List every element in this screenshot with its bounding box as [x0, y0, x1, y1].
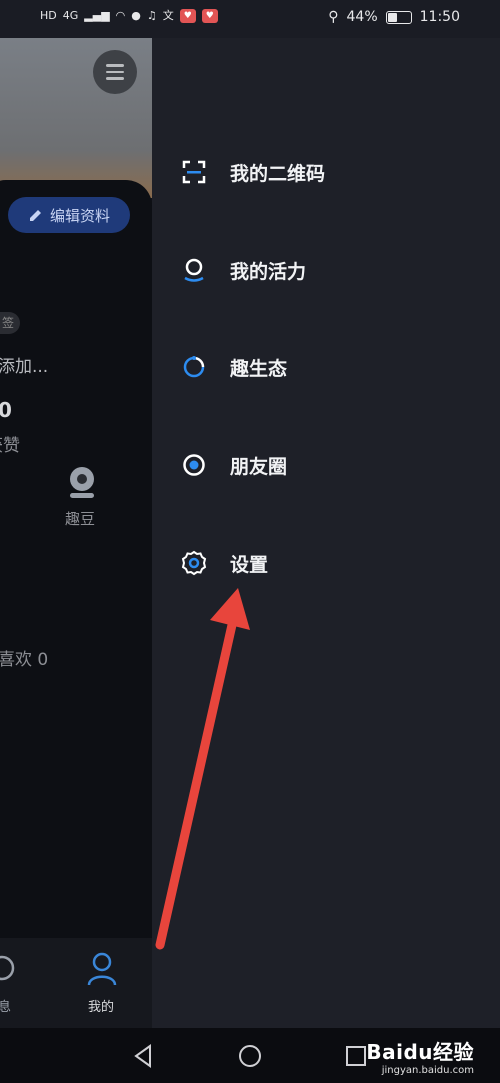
side-drawer: 我的二维码 我的活力 趣生态 朋友圈 设置 [152, 38, 500, 1028]
likes-label: 获赞 [0, 436, 20, 456]
profile-icon[interactable] [86, 952, 118, 986]
drawer-item-ecosystem[interactable]: 趣生态 [180, 347, 480, 387]
ecosystem-icon [180, 353, 208, 381]
liked-count-text[interactable]: 喜欢 0 [0, 645, 48, 670]
drawer-item-label: 朋友圈 [230, 455, 288, 478]
drawer-item-label: 我的活力 [230, 260, 307, 283]
menu-button[interactable] [93, 50, 137, 94]
drawer-item-label: 设置 [230, 553, 269, 576]
qudou-label: 趣豆 [65, 510, 96, 528]
likes-count: 0 [0, 398, 12, 422]
add-signature-text[interactable]: 添加... [0, 352, 48, 377]
gear-icon [180, 549, 208, 577]
drawer-item-settings[interactable]: 设置 [180, 543, 480, 583]
back-icon[interactable] [130, 1042, 158, 1070]
menu-line-icon [106, 70, 124, 74]
moments-icon [180, 451, 208, 479]
status-bar: HD 4G ▂▄▆ ◠ ● ♫ 文 ♥ ♥ ⚲ 44% 11:50 [0, 0, 500, 38]
chat-icon: ● [131, 9, 141, 22]
profile-card [0, 180, 152, 1028]
wifi-icon: ◠ [115, 9, 126, 22]
clock: 11:50 [419, 9, 460, 25]
nav-messages-label: 息 [0, 1000, 12, 1015]
edit-profile-button[interactable]: 编辑资料 [8, 197, 130, 233]
baidu-jingyan-watermark: Baidu经验 jingyan.baidu.com [366, 1036, 474, 1076]
network-label: 4G [62, 9, 79, 22]
menu-line-icon [106, 64, 124, 67]
status-left-icons: HD 4G ▂▄▆ ◠ ● ♫ 文 ♥ ♥ [40, 9, 218, 23]
drawer-item-moments[interactable]: 朋友圈 [180, 445, 480, 485]
watermark-sub-text: jingyan.baidu.com [381, 1065, 474, 1076]
screen: HD 4G ▂▄▆ ◠ ● ♫ 文 ♥ ♥ ⚲ 44% 11:50 编辑资料 签… [0, 0, 500, 1083]
menu-line-icon [106, 77, 124, 80]
bottom-nav: 息 我的 [0, 938, 152, 1028]
drawer-item-label: 趣生态 [230, 357, 288, 380]
qudou-icon[interactable] [66, 466, 98, 500]
text-icon: 文 [162, 9, 174, 22]
music-icon: ♫ [146, 9, 157, 22]
drawer-item-label: 我的二维码 [230, 162, 326, 185]
edit-profile-label: 编辑资料 [49, 206, 110, 225]
signal-icon: ▂▄▆ [84, 9, 110, 22]
nav-me-label[interactable]: 我的 [88, 996, 114, 1015]
battery-percent: 44% [346, 9, 378, 25]
messages-icon[interactable] [0, 954, 18, 984]
status-right-icons: ⚲ 44% 11:50 [328, 9, 460, 25]
profile-page-background: 编辑资料 签 添加... 0 获赞 趣豆 喜欢 0 息 我的 [0, 38, 152, 1028]
watermark-main-text: Baidu经验 [366, 1040, 474, 1064]
drawer-item-qr-code[interactable]: 我的二维码 [180, 152, 480, 192]
battery-icon [385, 10, 412, 24]
app-notification-icon: ♥ [179, 9, 196, 23]
location-icon: ⚲ [328, 9, 339, 25]
app-notification-icon-2: ♥ [201, 9, 218, 23]
drawer-item-vitality[interactable]: 我的活力 [180, 250, 480, 290]
pencil-icon [29, 210, 41, 221]
battery-fill [387, 12, 397, 22]
hd-label: HD [40, 9, 57, 22]
vitality-icon [180, 256, 208, 284]
home-icon[interactable] [236, 1042, 264, 1070]
qr-scan-icon [180, 158, 208, 186]
system-nav-bar: Baidu经验 jingyan.baidu.com [0, 1028, 500, 1083]
